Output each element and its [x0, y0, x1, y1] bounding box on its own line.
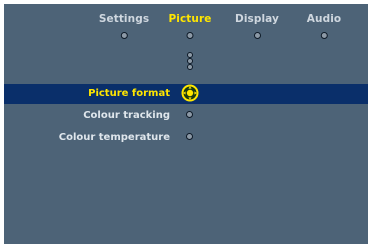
tab-display[interactable]: Display — [235, 13, 279, 39]
tab-picture-label: Picture — [168, 13, 212, 25]
tab-audio-dot-icon — [320, 32, 328, 39]
osd-menu-panel: Settings Picture Display Audio Picture f… — [4, 4, 368, 244]
connector-dot-icon — [187, 64, 193, 70]
tab-display-label: Display — [235, 13, 279, 25]
tab-picture-dot-icon — [186, 32, 194, 39]
navigation-cursor-icon — [181, 84, 199, 102]
menu-item-label: Picture format — [88, 88, 170, 99]
tab-audio[interactable]: Audio — [306, 13, 342, 39]
menu-item-dot-icon — [186, 111, 193, 118]
menu-item-label: Colour temperature — [58, 132, 170, 143]
menu-item-colour-tracking[interactable]: Colour tracking — [4, 106, 368, 126]
tab-display-dot-icon — [253, 32, 261, 39]
tab-settings[interactable]: Settings — [98, 13, 150, 39]
menu-item-colour-temperature[interactable]: Colour temperature — [4, 128, 368, 148]
tab-settings-label: Settings — [98, 13, 150, 25]
tab-picture[interactable]: Picture — [168, 13, 212, 39]
menu-item-picture-format[interactable]: Picture format — [4, 84, 368, 104]
menu-item-dot-icon — [186, 133, 193, 140]
tab-settings-dot-icon — [120, 32, 128, 39]
osd-screen: Settings Picture Display Audio Picture f… — [0, 0, 372, 248]
tab-audio-label: Audio — [306, 13, 342, 25]
menu-item-label: Colour tracking — [83, 110, 170, 121]
